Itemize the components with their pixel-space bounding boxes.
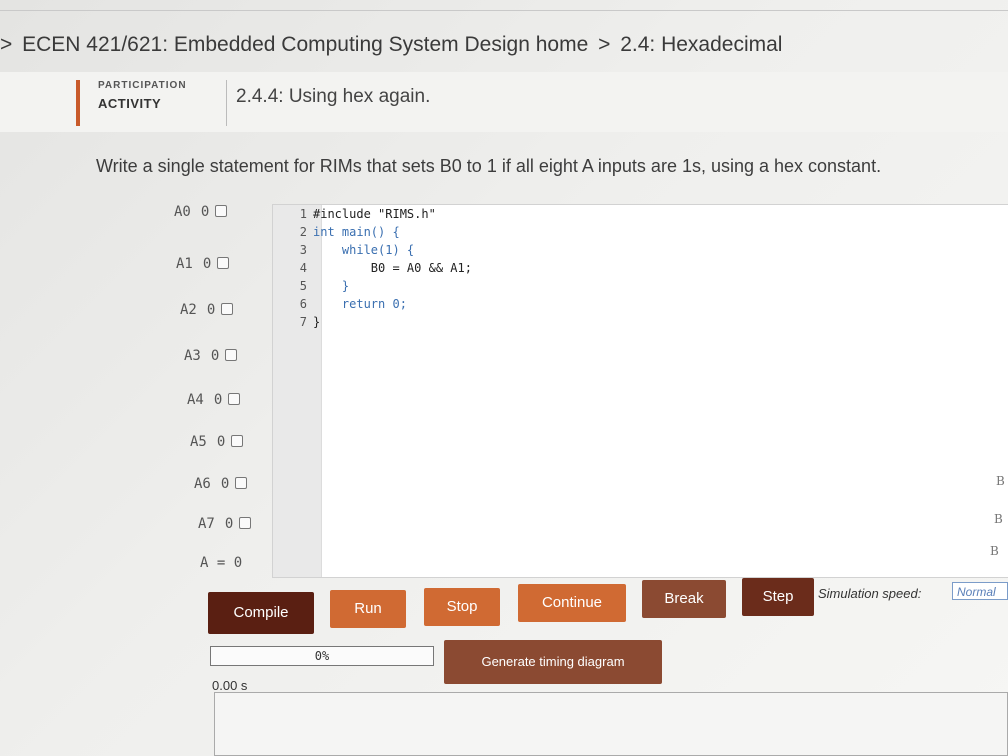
input-checkbox-a0[interactable]	[215, 205, 228, 217]
input-name: A3	[184, 348, 201, 364]
input-row-a0: A0 0	[174, 204, 228, 220]
code-line-6: return 0;	[313, 297, 407, 311]
input-name: A5	[190, 434, 207, 450]
input-name: A7	[198, 516, 215, 532]
breadcrumb-section-link[interactable]: 2.4: Hexadecimal	[620, 33, 782, 56]
simulation-speed-select[interactable]: Normal	[952, 582, 1008, 600]
input-name: A2	[180, 302, 197, 318]
input-checkbox-a3[interactable]	[225, 349, 238, 361]
code-line-3: while(1) {	[313, 243, 415, 257]
input-checkbox-a6[interactable]	[235, 477, 248, 489]
activity-type-badge: PARTICIPATION ACTIVITY	[76, 80, 227, 126]
input-total-eq: =	[216, 555, 226, 571]
generate-timing-diagram-button[interactable]: Generate timing diagram	[444, 640, 662, 684]
input-name: A4	[187, 392, 204, 408]
line-number: 1	[299, 207, 307, 221]
input-checkbox-a4[interactable]	[228, 393, 241, 405]
line-number: 6	[299, 297, 307, 311]
simulation-progress-bar: 0%	[210, 646, 434, 666]
input-name: A6	[194, 476, 211, 492]
simulation-time: 0.00 s	[212, 678, 248, 693]
stop-button[interactable]: Stop	[424, 588, 500, 626]
output-label-b: B	[990, 544, 999, 558]
input-value: 0	[216, 434, 226, 450]
input-checkbox-a2[interactable]	[221, 303, 234, 315]
output-label-b: B	[994, 512, 1003, 526]
break-button[interactable]: Break	[642, 580, 726, 618]
breadcrumb: > ECEN 421/621: Embedded Computing Syste…	[0, 33, 786, 57]
activity-type-label: ACTIVITY	[98, 96, 162, 111]
line-number: 5	[299, 279, 307, 293]
input-row-a1: A1 0	[176, 256, 230, 272]
input-value: 0	[220, 476, 230, 492]
input-checkbox-a1[interactable]	[217, 257, 230, 269]
input-value: 0	[213, 392, 223, 408]
progress-text: 0%	[314, 649, 330, 663]
line-number: 7	[299, 315, 307, 329]
input-name: A1	[176, 256, 193, 272]
breadcrumb-arrow: >	[0, 33, 13, 56]
input-value: 0	[210, 348, 220, 364]
input-total-value: 0	[233, 555, 243, 571]
code-line-5: }	[313, 279, 350, 293]
line-number: 4	[299, 261, 307, 275]
activity-prompt: Write a single statement for RIMs that s…	[96, 156, 882, 176]
input-name: A0	[174, 204, 191, 220]
input-checkbox-a7[interactable]	[239, 517, 252, 529]
breadcrumb-arrow: >	[598, 33, 611, 56]
line-number: 3	[299, 243, 307, 257]
top-border	[0, 0, 1008, 11]
input-total-label: A	[200, 555, 209, 571]
input-value: 0	[224, 516, 234, 532]
input-row-a3: A3 0	[184, 348, 238, 364]
continue-button[interactable]: Continue	[518, 584, 626, 622]
input-value: 0	[206, 302, 216, 318]
run-button[interactable]: Run	[330, 590, 406, 628]
activity-type-small: PARTICIPATION	[98, 80, 187, 91]
activity-title: 2.4.4: Using hex again.	[236, 86, 431, 107]
input-checkbox-a5[interactable]	[231, 435, 244, 447]
line-number: 2	[299, 225, 307, 239]
input-row-a6: A6 0	[194, 476, 248, 492]
output-console	[214, 692, 1008, 756]
input-row-a7: A7 0	[198, 516, 252, 532]
breadcrumb-course-link[interactable]: ECEN 421/621: Embedded Computing System …	[22, 33, 588, 56]
input-value: 0	[200, 204, 210, 220]
code-line-7: }	[313, 315, 321, 329]
code-line-2: int main() {	[313, 225, 400, 239]
input-value: 0	[202, 256, 212, 272]
compile-button[interactable]: Compile	[208, 592, 314, 634]
code-line-1: #include "RIMS.h"	[313, 207, 436, 221]
step-button[interactable]: Step	[742, 578, 814, 616]
code-editor[interactable]: 1 2 3 4 5 6 7 #include "RIMS.h" int main…	[272, 204, 1008, 578]
input-total: A = 0	[200, 555, 242, 571]
input-row-a4: A4 0	[187, 392, 241, 408]
simulation-speed-label: Simulation speed:	[818, 586, 922, 601]
output-label-b: B	[996, 474, 1005, 488]
input-row-a2: A2 0	[180, 302, 234, 318]
code-line-4: B0 = A0 && A1;	[313, 261, 472, 275]
input-row-a5: A5 0	[190, 434, 244, 450]
